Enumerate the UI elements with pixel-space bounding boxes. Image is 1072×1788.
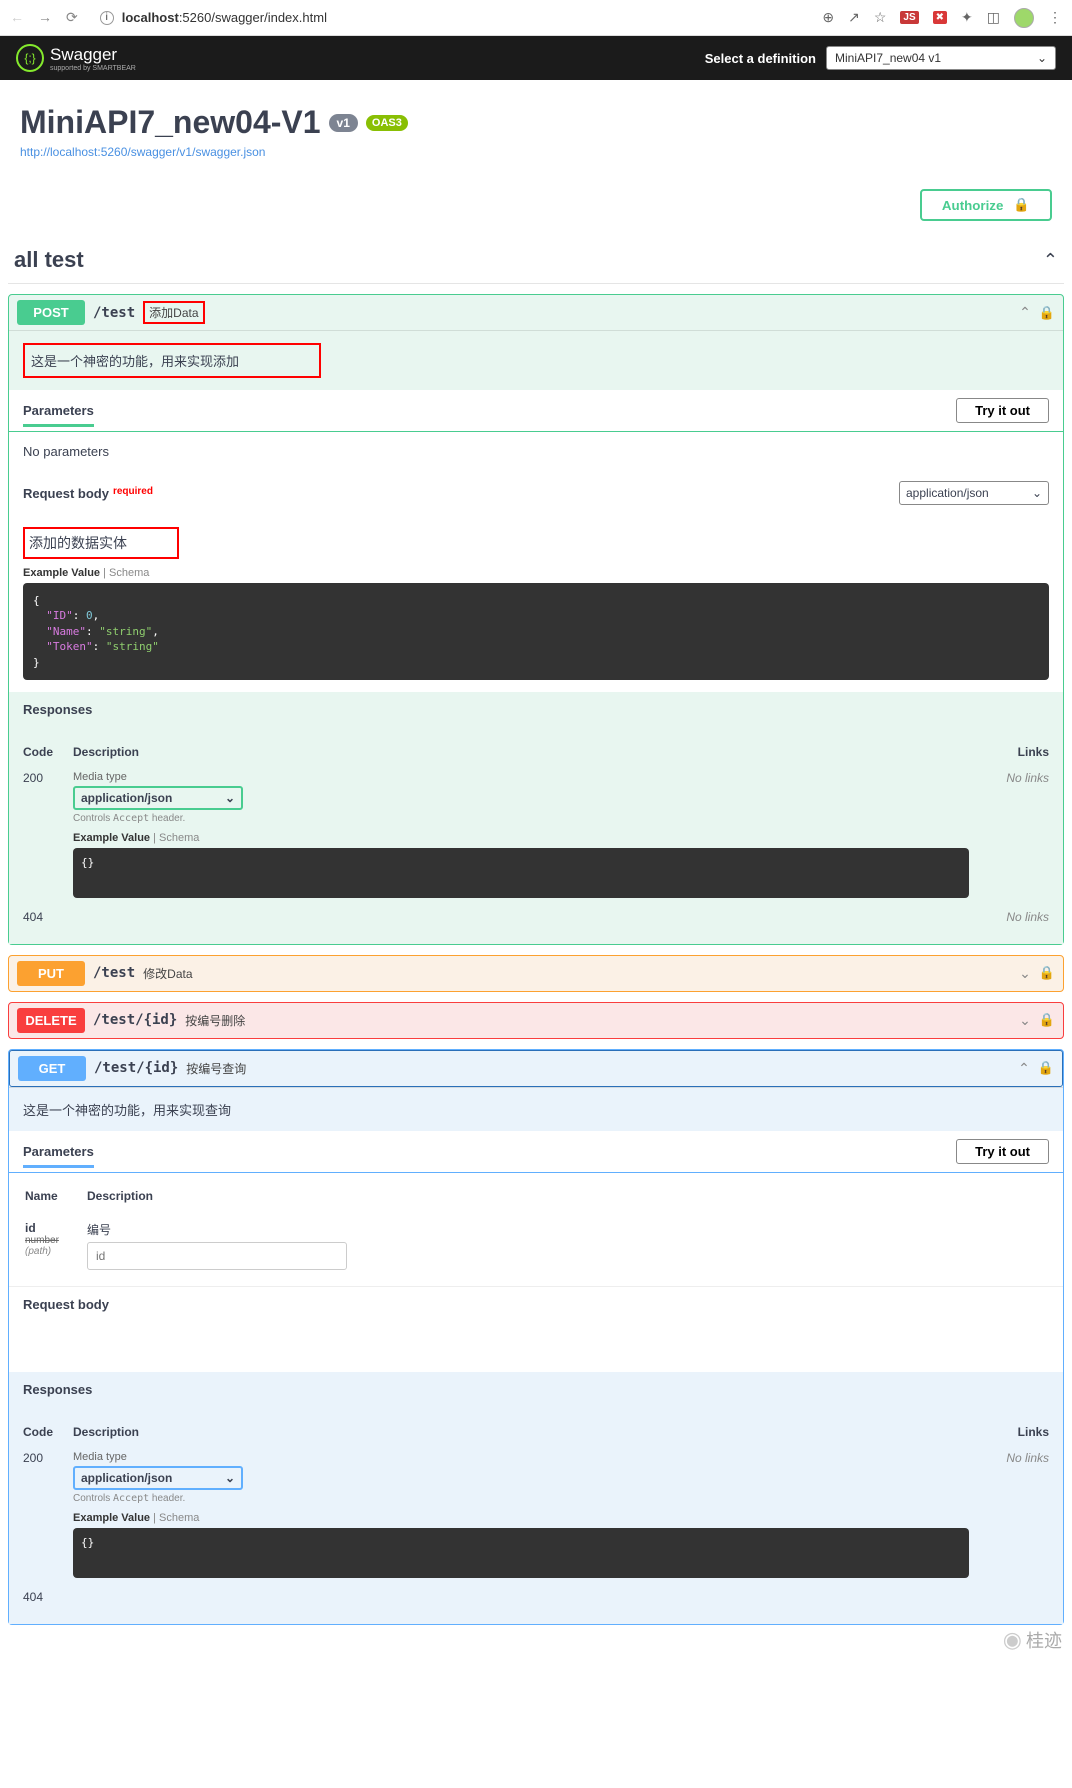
opblock-post-test: POST /test 添加Data ⌃ 🔒 这是一个神密的功能，用来实现添加 P… [8,294,1064,945]
request-body-header: Request body [9,1286,1063,1322]
tag-header[interactable]: all test ⌃ [8,239,1064,284]
swagger-logo: {;} Swagger supported by SMARTBEAR [16,44,136,72]
op-summary[interactable]: PUT /test 修改Data ⌄ 🔒 [9,956,1063,991]
try-it-out-button[interactable]: Try it out [956,398,1049,423]
chevron-up-icon: ⌃ [1019,304,1031,321]
responses-table-header: Code Description Links [23,1419,1049,1445]
extension-js-icon[interactable]: JS [900,11,918,24]
chevron-down-icon: ⌄ [1019,1012,1031,1029]
response-example: {} [73,1528,969,1578]
definition-select[interactable]: MiniAPI7_new04 v1 [826,46,1056,70]
opblock-delete-test-id: DELETE /test/{id} 按编号删除 ⌄ 🔒 [8,1002,1064,1039]
op-summary-text: 添加Data [143,301,204,324]
method-badge: DELETE [17,1008,85,1033]
op-summary[interactable]: POST /test 添加Data ⌃ 🔒 [9,295,1063,330]
watermark: ◉ 桂迹 [1003,1627,1062,1653]
opblock-get-test-id: GET /test/{id} 按编号查询 ⌃ 🔒 这是一个神密的功能，用来实现查询… [8,1049,1064,1625]
swagger-logo-icon: {;} [16,44,44,72]
responses-title: Responses [23,1382,1049,1397]
chevron-down-icon: ⌄ [225,791,235,805]
chevron-down-icon: ⌄ [225,1471,235,1485]
op-summary[interactable]: GET /test/{id} 按编号查询 ⌃ 🔒 [9,1050,1063,1087]
star-icon[interactable]: ☆ [874,9,887,26]
method-badge: POST [17,300,85,325]
share-icon[interactable]: ↗ [848,9,860,26]
forward-icon[interactable]: → [38,9,52,26]
avatar[interactable] [1014,8,1034,28]
nav-arrows: ← → ⟳ [10,9,78,26]
browser-toolbar: ← → ⟳ i localhost:5260/swagger/index.htm… [0,0,1072,36]
swagger-logo-sub: supported by SMARTBEAR [50,65,136,72]
lock-icon[interactable]: 🔒 [1039,305,1055,321]
op-summary-text: 修改Data [143,965,192,982]
extensions-icon[interactable]: ✦ [961,9,973,26]
media-type-select[interactable]: application/json⌄ [73,786,243,810]
lock-icon[interactable]: 🔒 [1039,1012,1055,1028]
lock-icon[interactable]: 🔒 [1038,1060,1054,1076]
op-path: /test [93,965,135,981]
media-type-select[interactable]: application/json⌄ [73,1466,243,1490]
reload-icon[interactable]: ⟳ [66,9,78,26]
oas-badge: OAS3 [366,115,408,131]
controls-hint: Controls Accept header. [73,813,969,824]
opblock-put-test: PUT /test 修改Data ⌄ 🔒 [8,955,1064,992]
response-row-404: 404 [23,1584,1049,1610]
info-icon[interactable]: i [100,11,114,25]
url-bar[interactable]: i localhost:5260/swagger/index.html [90,6,811,29]
extension-bug-icon[interactable]: ✖ [933,11,947,24]
op-description: 这是一个神密的功能，用来实现添加 [9,331,1063,390]
op-summary-text: 按编号查询 [186,1060,246,1077]
api-title: MiniAPI7_new04-V1 v1 OAS3 [20,104,1052,141]
content-type-select[interactable]: application/json⌄ [899,481,1049,505]
parameter-row-id: id number (path) 编号 [25,1213,1047,1278]
chevron-down-icon: ⌄ [1032,486,1042,500]
controls-hint: Controls Accept header. [73,1493,969,1504]
url-host: localhost:5260/swagger/index.html [122,10,327,25]
request-body-header: Request bodyrequired application/json⌄ [9,471,1063,515]
chevron-up-icon: ⌃ [1018,1060,1030,1077]
tag-name: all test [14,247,84,273]
response-row-404: 404 No links [23,904,1049,930]
responses-title: Responses [23,702,1049,717]
param-input-id[interactable] [87,1242,347,1270]
request-body-description: 添加的数据实体 [23,527,1049,559]
no-parameters: No parameters [9,432,1063,471]
responses-table-header: Code Description Links [23,739,1049,765]
method-badge: PUT [17,961,85,986]
authorize-button[interactable]: Authorize🔒 [920,189,1052,221]
op-summary[interactable]: DELETE /test/{id} 按编号删除 ⌄ 🔒 [9,1003,1063,1038]
parameters-table: NameDescription id number (path) 编号 [23,1179,1049,1280]
tab-example[interactable]: Example Value [23,567,100,579]
menu-icon[interactable]: ⋮ [1048,9,1062,26]
version-badge: v1 [329,114,358,132]
response-row-200: 200 Media type application/json⌄ Control… [23,765,1049,904]
wechat-icon: ◉ [1003,1627,1022,1653]
api-info: MiniAPI7_new04-V1 v1 OAS3 http://localho… [0,80,1072,189]
definition-label: Select a definition [705,51,816,66]
tab-schema[interactable]: Schema [109,567,149,579]
lock-icon: 🔒 [1013,197,1030,213]
back-icon[interactable]: ← [10,9,24,26]
op-description: 这是一个神密的功能，用来实现查询 [9,1088,1063,1131]
op-path: /test [93,305,135,321]
swagger-topbar: {;} Swagger supported by SMARTBEAR Selec… [0,36,1072,80]
response-row-200: 200 Media type application/json⌄ Control… [23,1445,1049,1584]
response-example: {} [73,848,969,898]
method-badge: GET [18,1056,86,1081]
parameters-header: Parameters Try it out [9,390,1063,432]
example-tabs: Example Value | Schema [23,567,1049,579]
op-path: /test/{id} [93,1012,177,1028]
lock-icon[interactable]: 🔒 [1039,965,1055,981]
op-path: /test/{id} [94,1060,178,1076]
chevron-up-icon: ⌃ [1043,250,1058,271]
spec-url-link[interactable]: http://localhost:5260/swagger/v1/swagger… [20,145,265,159]
swagger-logo-text: Swagger [50,45,117,64]
try-it-out-button[interactable]: Try it out [956,1139,1049,1164]
request-example: { "ID": 0, "Name": "string", "Token": "s… [23,583,1049,680]
op-summary-text: 按编号删除 [185,1012,245,1029]
sidepanel-icon[interactable]: ◫ [987,9,1000,26]
search-icon[interactable]: ⊕ [822,9,834,26]
parameters-header: Parameters Try it out [9,1131,1063,1173]
chevron-down-icon: ⌄ [1019,965,1031,982]
